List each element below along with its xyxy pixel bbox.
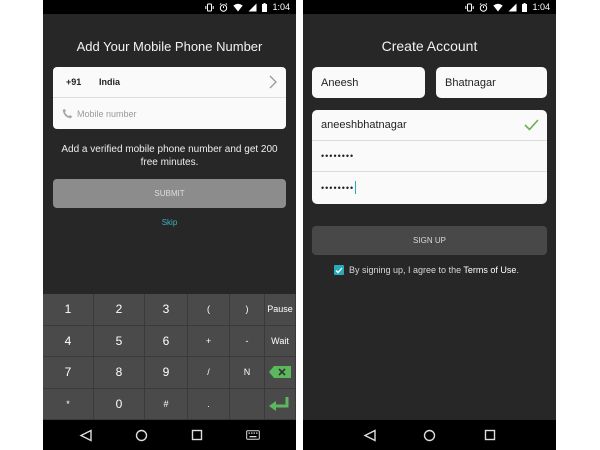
terms-row: By signing up, I agree to the Terms of U… (334, 265, 519, 275)
navigation-bar (303, 420, 556, 450)
keypad-key[interactable]: # (145, 388, 188, 420)
page-title: Create Account (381, 38, 478, 54)
keypad-key[interactable]: N (230, 357, 265, 389)
checkbox-check-icon (335, 267, 343, 273)
password-field[interactable]: •••••••• (312, 141, 547, 172)
keypad-key[interactable]: 5 (94, 325, 145, 357)
navigation-bar (43, 420, 296, 450)
confirm-password-value: •••••••• (321, 182, 355, 193)
checkmark-icon (524, 119, 539, 131)
blank-key (230, 388, 265, 420)
alarm-icon (220, 2, 228, 12)
keypad-key[interactable]: + (188, 325, 230, 357)
status-time: 1:04 (272, 2, 290, 12)
credentials-card: aneeshbhatnagar •••••••• •••••••• (312, 110, 547, 204)
battery-icon (262, 2, 268, 12)
keypad-key[interactable]: 3 (145, 294, 188, 326)
dial-code: +91 (66, 77, 82, 87)
keypad-key[interactable]: 8 (94, 357, 145, 389)
home-icon[interactable] (423, 429, 436, 442)
first-name-field[interactable]: Aneesh (312, 67, 425, 98)
wifi-icon (233, 3, 244, 11)
keypad-key[interactable]: 6 (145, 325, 188, 357)
keypad-key[interactable]: 7 (43, 357, 94, 389)
page-title: Add Your Mobile Phone Number (76, 39, 263, 54)
terms-of-use-link[interactable]: Terms of Use (463, 265, 516, 275)
username-value: aneeshbhatnagar (321, 119, 407, 131)
confirm-password-field[interactable]: •••••••• (312, 172, 547, 203)
keypad-key[interactable]: * (43, 388, 94, 420)
vibrate-icon (465, 3, 475, 11)
cellular-signal-icon (248, 3, 257, 11)
terms-checkbox[interactable] (334, 265, 344, 275)
status-bar: 1:04 (303, 0, 556, 14)
vibrate-icon (205, 3, 215, 11)
status-time: 1:04 (532, 2, 550, 12)
submit-button[interactable]: SUBMIT (53, 179, 286, 208)
keypad-key[interactable]: 4 (43, 325, 94, 357)
keypad-key[interactable]: ( (188, 294, 230, 326)
text-cursor (355, 181, 357, 194)
back-icon[interactable] (79, 428, 92, 442)
terms-suffix: . (516, 265, 519, 275)
keyboard-icon[interactable] (246, 430, 261, 440)
username-field[interactable]: aneeshbhatnagar (312, 110, 547, 141)
home-icon[interactable] (135, 429, 148, 442)
password-value: •••••••• (321, 151, 355, 161)
mobile-number-row (53, 98, 286, 129)
alarm-icon (480, 2, 488, 12)
enter-icon[interactable] (265, 388, 296, 420)
cellular-signal-icon (508, 3, 517, 11)
add-phone-screen: 1:04 Add Your Mobile Phone Number +91 In… (43, 0, 296, 450)
phone-icon (62, 108, 73, 119)
wifi-icon (493, 3, 504, 11)
back-icon[interactable] (363, 428, 376, 442)
last-name-field[interactable]: Bhatnagar (436, 67, 547, 98)
terms-prefix: By signing up, I agree to the (349, 265, 464, 275)
keypad-key[interactable]: ) (230, 294, 265, 326)
country-name: India (99, 77, 121, 87)
terms-text: By signing up, I agree to the Terms of U… (349, 265, 519, 275)
sign-up-button[interactable]: SIGN UP (312, 226, 547, 255)
skip-link[interactable]: Skip (43, 218, 296, 227)
recents-icon[interactable] (484, 429, 496, 441)
phone-entry-card: +91 India (53, 67, 286, 129)
dial-keypad: 1 2 3() Pause 4 5 6 + - Wait 7 8 9/N * 0 #. (43, 294, 296, 420)
keypad-key[interactable]: 0 (94, 388, 145, 420)
keypad-key[interactable]: 1 (43, 294, 94, 326)
chevron-right-icon (269, 75, 277, 89)
backspace-icon[interactable] (265, 357, 296, 389)
mobile-number-input[interactable] (77, 108, 257, 119)
recents-icon[interactable] (191, 429, 203, 441)
keypad-key[interactable]: . (188, 388, 230, 420)
free-minutes-info: Add a verified mobile phone number and g… (61, 144, 278, 168)
keypad-key[interactable]: - (230, 325, 265, 357)
keypad-key[interactable]: / (188, 357, 230, 389)
battery-icon (522, 2, 528, 12)
keypad-key[interactable]: Pause (265, 294, 296, 326)
keypad-key[interactable]: Wait (265, 325, 296, 357)
keypad-key[interactable]: 9 (145, 357, 188, 389)
keypad-key[interactable]: 2 (94, 294, 145, 326)
country-selector[interactable]: +91 India (53, 67, 286, 98)
status-bar: 1:04 (43, 0, 296, 14)
create-account-screen: 1:04 Create Account Aneesh Bhatnagar ane… (303, 0, 556, 450)
